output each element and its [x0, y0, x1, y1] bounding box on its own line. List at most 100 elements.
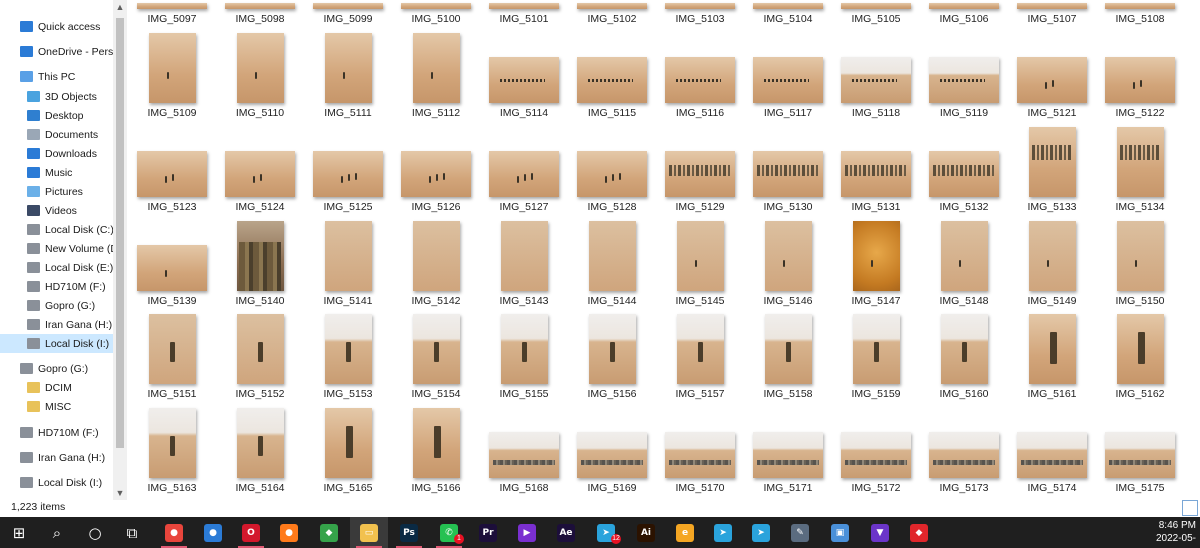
premiere-taskbar-button[interactable]: Pr: [469, 517, 507, 548]
nav-item[interactable]: Downloads: [0, 144, 113, 163]
remote-desktop-taskbar-button[interactable]: ▣: [821, 517, 859, 548]
nav-item[interactable]: Local Disk (I:): [0, 473, 113, 492]
opera-taskbar-button[interactable]: O: [232, 517, 270, 548]
network-globe-icon: ◆: [320, 523, 338, 542]
image-thumbnail: [1017, 57, 1087, 103]
file-explorer-icon: ▭: [360, 523, 378, 542]
soldier-mark: [873, 342, 879, 362]
file-name: IMG_5150: [1115, 295, 1165, 307]
figure-mark: [260, 174, 262, 182]
soldier-mark: [961, 342, 967, 362]
nav-item[interactable]: Iran Gana (H:): [0, 315, 113, 334]
figure-mark: [255, 71, 258, 79]
large-icons-view-icon[interactable]: [1182, 500, 1198, 516]
nav-item[interactable]: HD710M (F:): [0, 423, 113, 442]
network-globe-taskbar-button[interactable]: ◆: [310, 517, 348, 548]
system-clock[interactable]: 8:46 PM 2022-05-: [1156, 519, 1196, 545]
nav-item[interactable]: MISC: [0, 397, 113, 416]
nav-item[interactable]: Desktop: [0, 106, 113, 125]
nav-item[interactable]: Gopro (G:): [0, 296, 113, 315]
windows-start-taskbar-button[interactable]: ⊞: [0, 517, 38, 548]
nav-item[interactable]: Gopro (G:): [0, 359, 113, 378]
photoshop-taskbar-button[interactable]: Ps: [390, 517, 428, 548]
nav-item[interactable]: HD710M (F:): [0, 277, 113, 296]
nav-item[interactable]: Local Disk (I:): [0, 334, 113, 353]
telegram-alt-taskbar-button[interactable]: ➤: [704, 517, 742, 548]
illustrator-taskbar-button[interactable]: Ai: [627, 517, 665, 548]
search-taskbar-button[interactable]: ⌕: [38, 517, 76, 548]
telegram-taskbar-button[interactable]: ➤ 12: [587, 517, 625, 548]
cortana-circle-taskbar-button[interactable]: ○: [76, 517, 114, 548]
file-name: IMG_5134: [1115, 201, 1165, 213]
image-thumbnail: [1116, 127, 1164, 197]
file-name: IMG_5108: [1115, 13, 1165, 25]
image-thumbnail: [1105, 57, 1175, 103]
image-thumbnail: [577, 3, 647, 9]
telegram-alt-icon: ➤: [714, 523, 732, 542]
nav-item[interactable]: This PC: [0, 67, 113, 86]
file-name: IMG_5129: [675, 201, 725, 213]
file-name: IMG_5151: [147, 388, 197, 400]
nav-item[interactable]: Music: [0, 163, 113, 182]
nav-item[interactable]: 3D Objects: [0, 87, 113, 106]
scroll-down-arrow-icon[interactable]: ▼: [113, 486, 127, 500]
after-effects-taskbar-button[interactable]: Ae: [547, 517, 585, 548]
browser-orange-taskbar-button[interactable]: e: [666, 517, 704, 548]
drive-icon: [20, 477, 33, 488]
file-name: IMG_5130: [763, 201, 813, 213]
figure-mark: [1140, 80, 1142, 88]
nav-item[interactable]: OneDrive - Personal: [0, 42, 113, 61]
thumbnail-frame: [568, 218, 656, 291]
file-name: IMG_5132: [939, 201, 989, 213]
image-thumbnail: [412, 408, 460, 478]
media-player-taskbar-button[interactable]: ▶: [508, 517, 546, 548]
nav-item[interactable]: Iran Gana (H:): [0, 448, 113, 467]
image-thumbnail: [1028, 314, 1076, 384]
image-thumbnail: [324, 33, 372, 103]
image-thumbnail: [137, 3, 207, 9]
figure-mark: [531, 172, 533, 180]
shield-vpn-taskbar-button[interactable]: ▼: [861, 517, 899, 548]
file-name: IMG_5165: [323, 482, 373, 494]
tools-taskbar-button[interactable]: ✎: [781, 517, 819, 548]
nav-item[interactable]: Videos: [0, 201, 113, 220]
brave-taskbar-button[interactable]: ◆: [900, 517, 938, 548]
file-name: IMG_5169: [587, 482, 637, 494]
opera-icon: O: [242, 523, 260, 542]
wreckage-mark: [757, 459, 819, 466]
scrollbar-thumb[interactable]: [116, 18, 124, 448]
file-name: IMG_5133: [1027, 201, 1077, 213]
file-name: IMG_5106: [939, 13, 989, 25]
telegram-desktop-taskbar-button[interactable]: ➤: [742, 517, 780, 548]
nav-item[interactable]: Quick access: [0, 17, 113, 36]
file-name: IMG_5121: [1027, 107, 1077, 119]
chrome-alt-taskbar-button[interactable]: ●: [194, 517, 232, 548]
drive-icon: [27, 281, 40, 292]
thumbnail-frame: [744, 218, 832, 291]
figure-mark: [165, 270, 167, 278]
task-view-taskbar-button[interactable]: ⧉: [113, 517, 151, 548]
whatsapp-taskbar-button[interactable]: ✆ 1: [430, 517, 468, 548]
navigation-scrollbar[interactable]: ▲ ▼: [113, 0, 127, 500]
chrome-taskbar-button[interactable]: ●: [155, 517, 193, 548]
nav-item[interactable]: Local Disk (E:): [0, 258, 113, 277]
nav-item[interactable]: Pictures: [0, 182, 113, 201]
figure-mark: [355, 172, 357, 180]
soldier-mark: [1137, 331, 1145, 364]
firefox-taskbar-button[interactable]: ●: [270, 517, 308, 548]
nav-item[interactable]: Local Disk (C:): [0, 220, 113, 239]
file-explorer-taskbar-button[interactable]: ▭: [350, 517, 388, 548]
nav-item[interactable]: Documents: [0, 125, 113, 144]
image-thumbnail: [324, 408, 372, 478]
figure-mark: [612, 174, 614, 182]
file-name: IMG_5124: [235, 201, 285, 213]
nav-item[interactable]: DCIM: [0, 378, 113, 397]
soldier-mark: [433, 342, 439, 362]
scroll-up-arrow-icon[interactable]: ▲: [113, 0, 127, 14]
file-name: IMG_5102: [587, 13, 637, 25]
image-thumbnail: [148, 33, 196, 103]
image-thumbnail: [137, 245, 207, 291]
nav-item[interactable]: New Volume (D:): [0, 239, 113, 258]
caravan-mark: [763, 79, 809, 83]
thumbnail-frame: [1096, 30, 1184, 103]
